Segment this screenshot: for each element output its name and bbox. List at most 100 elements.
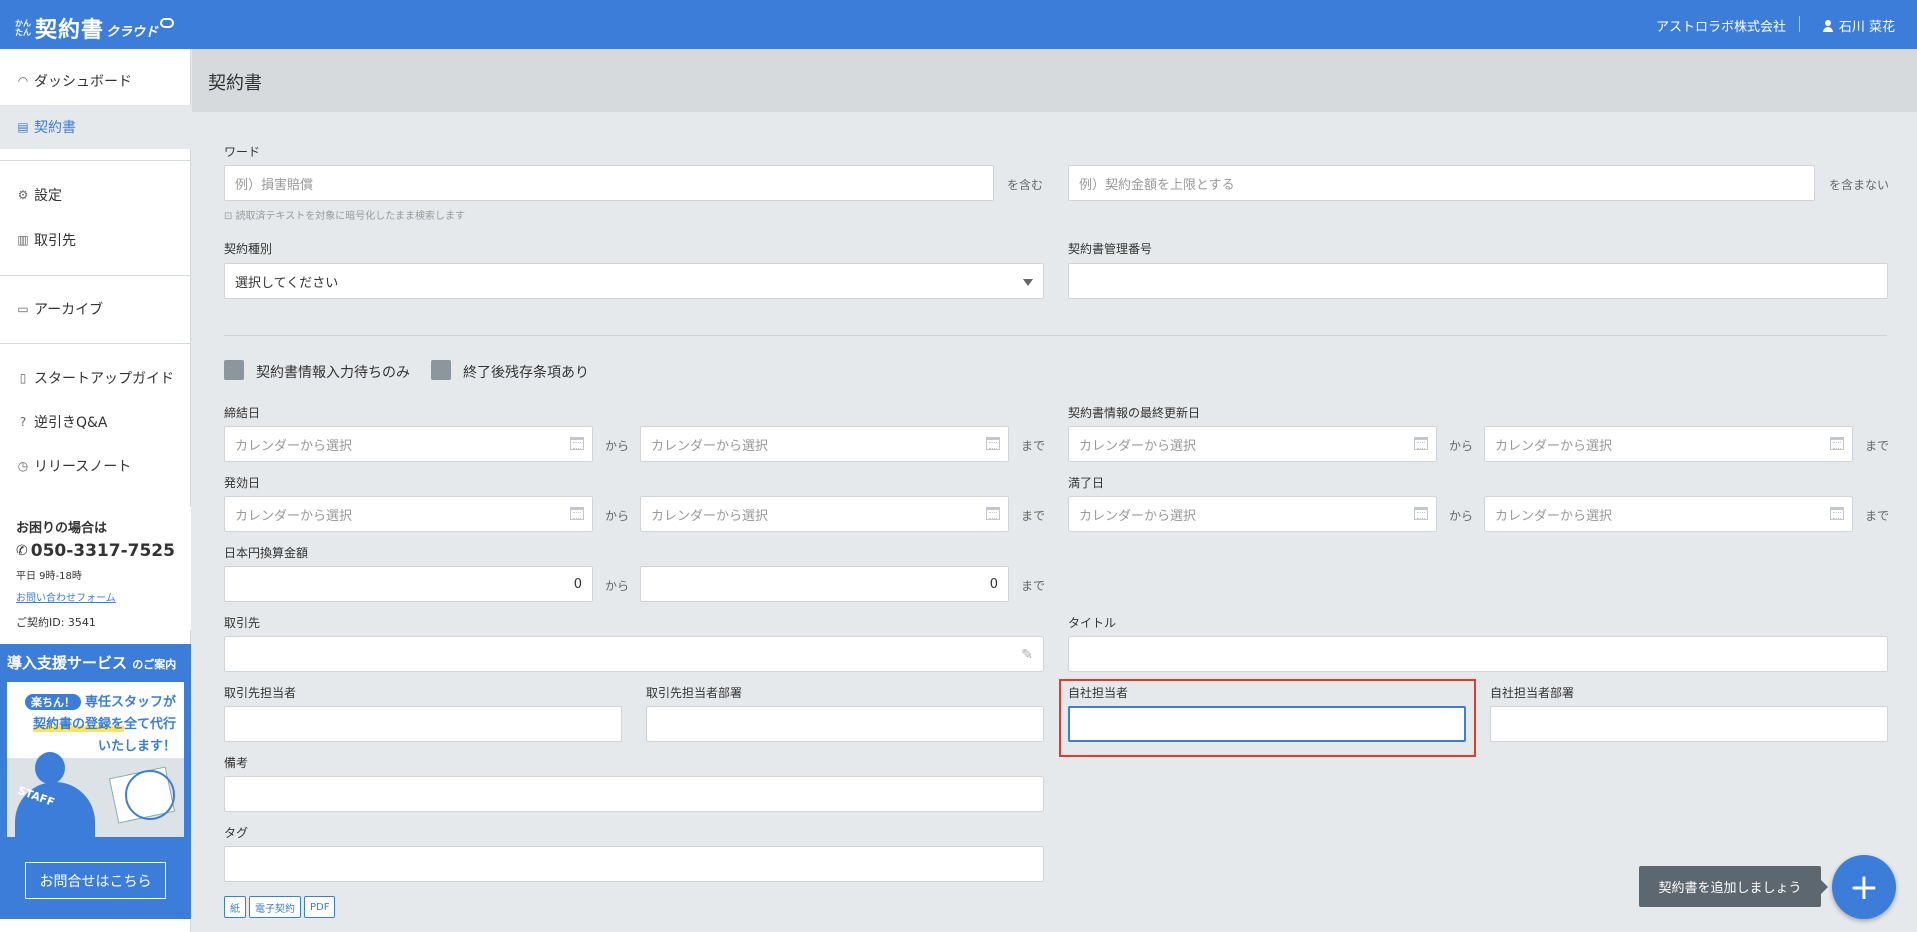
signed-date-label: 締結日 — [224, 406, 261, 420]
exclude-word-input[interactable]: 例）契約金額を上限とする — [1068, 165, 1815, 201]
sidebar-item-archive[interactable]: ▭ アーカイブ — [0, 287, 191, 331]
calendar-icon — [1830, 507, 1844, 520]
contract-type-select[interactable]: 選択してください — [224, 263, 1044, 299]
date-placeholder: カレンダーから選択 — [1495, 438, 1613, 454]
promo-title-small: のご案内 — [132, 658, 177, 671]
notes-label: 備考 — [224, 756, 249, 770]
partner-person-label: 取引先担当者 — [224, 686, 297, 700]
sidebar-item-release-notes[interactable]: ◷ リリースノート — [0, 444, 191, 488]
user-menu[interactable]: 石川 菜花 — [1822, 16, 1895, 35]
tag-input[interactable] — [224, 846, 1044, 882]
own-dept-input[interactable] — [1490, 706, 1888, 742]
calendar-icon — [1414, 437, 1428, 450]
partner-label: 取引先 — [224, 616, 261, 630]
promo-tag: 楽ちん！ — [24, 694, 81, 710]
effective-date-to[interactable]: カレンダーから選択 — [640, 496, 1009, 532]
amount-from-input[interactable]: 0 — [224, 566, 593, 602]
pending-info-label[interactable]: 契約書情報入力待ちのみ — [256, 362, 410, 382]
pending-info-checkbox[interactable] — [224, 360, 244, 380]
sidebar-item-label: 取引先 — [34, 233, 76, 249]
app-logo[interactable]: かんたん 契約書 クラウド — [15, 12, 175, 44]
contact-button[interactable]: お問合せはこちら — [25, 862, 166, 899]
partner-input[interactable]: ✎ — [224, 636, 1044, 672]
signed-date-from[interactable]: カレンダーから選択 — [224, 426, 593, 462]
sidebar-item-dashboard[interactable]: ◠ ダッシュボード — [0, 59, 191, 103]
nav-divider — [0, 343, 191, 344]
company-name[interactable]: アストロラボ株式会社 — [1656, 16, 1786, 35]
updated-date-label: 契約書情報の最終更新日 — [1068, 406, 1201, 420]
pencil-icon[interactable]: ✎ — [1021, 647, 1033, 663]
tag-pdf[interactable]: PDF — [304, 896, 336, 918]
sidebar-item-label: リリースノート — [34, 459, 132, 475]
sidebar-item-partners[interactable]: ▥ 取引先 — [0, 218, 191, 262]
title-input[interactable] — [1068, 636, 1888, 672]
notes-input[interactable] — [224, 776, 1044, 812]
logo-small-text: かんたん — [15, 19, 31, 37]
promo-title-main: 導入支援サービス — [7, 654, 128, 672]
help-box: お困りの場合は ✆ 050-3317-7525 平日 9時-18時 お問い合わせ… — [0, 507, 191, 630]
contract-number-input[interactable] — [1068, 263, 1888, 299]
phone-number: 050-3317-7525 — [30, 541, 175, 561]
from-text: から — [605, 439, 630, 453]
tag-electronic[interactable]: 電子契約 — [249, 896, 301, 918]
include-suffix: を含む — [1007, 178, 1044, 192]
calendar-icon — [986, 507, 1000, 520]
partner-dept-input[interactable] — [646, 706, 1044, 742]
amount-label: 日本円換算金額 — [224, 546, 309, 560]
calendar-icon — [1414, 507, 1428, 520]
top-bar: かんたん 契約書 クラウド アストロラボ株式会社 石川 菜花 — [0, 0, 1917, 49]
expiry-date-label: 満了日 — [1068, 476, 1105, 490]
updated-date-from[interactable]: カレンダーから選択 — [1068, 426, 1437, 462]
sidebar-item-startup-guide[interactable]: ▯ スタートアップガイド — [0, 356, 191, 400]
contract-type-value: 選択してください — [235, 275, 339, 291]
phone-icon: ✆ — [16, 543, 28, 559]
date-placeholder: カレンダーから選択 — [1079, 508, 1197, 524]
promo-banner[interactable]: 楽ちん！ 専任スタッフが 契約書の登録を全て代行 いたします！ STAFF — [7, 682, 184, 837]
nav-divider — [0, 160, 191, 161]
updated-date-to[interactable]: カレンダーから選択 — [1484, 426, 1853, 462]
book-icon: ▯ — [19, 371, 27, 385]
expiry-date-to[interactable]: カレンダーから選択 — [1484, 496, 1853, 532]
to-text: まで — [1865, 509, 1890, 523]
amount-to-value: 0 — [989, 576, 998, 592]
word-label: ワード — [224, 145, 261, 159]
page-title: 契約書 — [208, 73, 262, 94]
date-placeholder: カレンダーから選択 — [651, 508, 769, 524]
contract-type-label: 契約種別 — [224, 242, 273, 256]
sidebar-item-settings[interactable]: ⚙ 設定 — [0, 173, 191, 217]
add-contract-tooltip: 契約書を追加しましょう — [1639, 866, 1828, 907]
document-icon: ▤ — [17, 120, 29, 134]
add-contract-button[interactable]: + — [1832, 855, 1896, 919]
signed-date-to[interactable]: カレンダーから選択 — [640, 426, 1009, 462]
include-word-input[interactable]: 例）損害賠償 — [224, 165, 994, 201]
from-text: から — [1449, 509, 1474, 523]
from-text: から — [605, 579, 630, 593]
expiry-date-from[interactable]: カレンダーから選択 — [1068, 496, 1437, 532]
effective-date-from[interactable]: カレンダーから選択 — [224, 496, 593, 532]
page-header: 契約書 — [192, 49, 1917, 112]
promo-line3: いたします！ — [97, 739, 176, 754]
sidebar-item-label: 逆引きQ&A — [34, 415, 108, 431]
support-service-promo: 導入支援サービス のご案内 楽ちん！ 専任スタッフが 契約書の登録を全て代行 いた… — [0, 644, 191, 919]
sidebar-item-contracts[interactable]: ▤ 契約書 — [0, 105, 191, 149]
promo-line1-text: 専任スタッフが — [84, 695, 176, 710]
surviving-clause-label[interactable]: 終了後残存条項あり — [463, 362, 589, 382]
from-text: から — [605, 509, 630, 523]
promo-line2-rest: 全て代行 — [123, 717, 176, 732]
highlight-annotation — [1059, 679, 1476, 757]
gear-icon: ⚙ — [17, 188, 29, 202]
contact-form-link[interactable]: お問い合わせフォーム — [16, 589, 116, 604]
calendar-icon — [570, 507, 584, 520]
promo-line2-highlight: 契約書の登録を — [32, 717, 124, 732]
surviving-clause-checkbox[interactable] — [431, 360, 451, 380]
sidebar-item-label: ダッシュボード — [34, 74, 132, 90]
question-icon: ? — [19, 415, 27, 429]
contract-number-label: 契約書管理番号 — [1068, 242, 1153, 256]
sidebar-item-qa[interactable]: ? 逆引きQ&A — [0, 400, 191, 444]
amount-to-input[interactable]: 0 — [640, 566, 1009, 602]
tag-paper[interactable]: 紙 — [224, 896, 246, 918]
user-icon — [1822, 19, 1833, 32]
partner-person-input[interactable] — [224, 706, 622, 742]
logo-sub-text: クラウド — [106, 25, 159, 40]
partner-dept-label: 取引先担当者部署 — [646, 686, 743, 700]
